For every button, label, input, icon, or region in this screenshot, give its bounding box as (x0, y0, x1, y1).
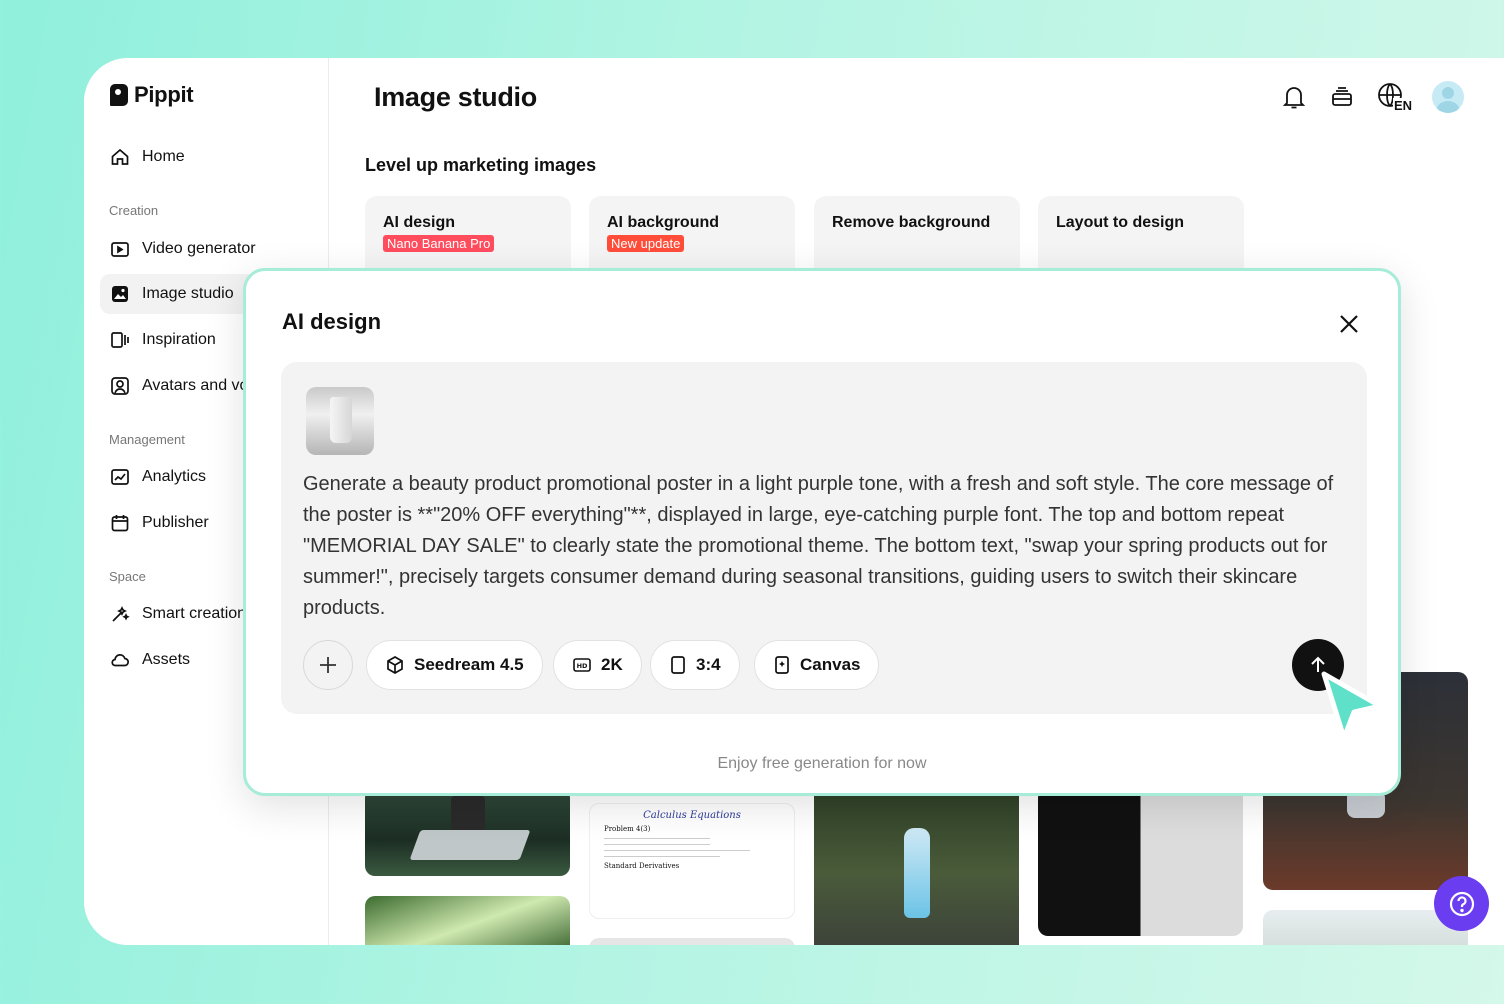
prompt-box: Generate a beauty product promotional po… (281, 362, 1367, 714)
canvas-button[interactable]: Canvas (754, 640, 880, 690)
section-label-management: Management (109, 432, 185, 447)
calculus-problem: Problem 4(3) (604, 825, 651, 833)
portrait-ratio-icon (671, 656, 685, 674)
calculus-subheading: Standard Derivatives (604, 862, 680, 870)
sidebar-item-video-generator[interactable]: Video generator (100, 229, 310, 269)
section-subtitle: Level up marketing images (365, 155, 597, 175)
header-actions: EN (1280, 80, 1464, 114)
sidebar-item-label: Home (142, 148, 185, 165)
home-icon (111, 148, 129, 165)
calendar-icon (111, 515, 129, 532)
equation-line (604, 850, 750, 851)
sidebar-item-label: Assets (142, 651, 191, 668)
pippit-logo-icon (110, 84, 128, 106)
credits-button[interactable] (1328, 80, 1356, 114)
tool-card-label: AI background (607, 214, 720, 231)
user-avatar[interactable] (1432, 81, 1464, 113)
equation-line (604, 838, 710, 839)
help-button[interactable] (1434, 876, 1489, 931)
analytics-icon (111, 469, 129, 485)
cube-icon (387, 656, 403, 674)
resolution-label: 2K (601, 655, 623, 674)
inspiration-icon (111, 332, 129, 348)
canvas-icon (775, 656, 789, 674)
close-icon (1340, 315, 1358, 333)
close-button[interactable] (1336, 311, 1362, 337)
model-label: Seedream 4.5 (414, 655, 524, 674)
tool-card-label: Remove background (832, 214, 991, 231)
sidebar-item-label: Analytics (142, 468, 207, 485)
canvas-label: Canvas (800, 655, 861, 674)
gallery-image-jungle[interactable] (365, 896, 570, 945)
video-icon (111, 242, 129, 257)
resolution-select[interactable]: HD 2K (553, 640, 642, 690)
tool-badge: Nano Banana Pro (383, 235, 495, 252)
gallery-image-bottle-stream[interactable] (814, 788, 1019, 945)
dialog-title: AI design (282, 309, 382, 334)
sidebar-item-label: Inspiration (142, 331, 216, 348)
bottle-shape (904, 828, 930, 918)
hd-icon: HD (573, 658, 591, 672)
gallery-image-partial[interactable] (589, 938, 795, 945)
question-icon (1449, 891, 1474, 916)
add-attachment-button[interactable] (303, 640, 353, 690)
model-select[interactable]: Seedream 4.5 (366, 640, 543, 690)
aspect-ratio-label: 3:4 (696, 655, 721, 674)
language-button[interactable]: EN (1376, 80, 1414, 114)
plus-icon (320, 657, 336, 673)
gallery-image-headphones[interactable] (1038, 788, 1243, 936)
section-label-creation: Creation (109, 203, 159, 218)
tool-badge: New update (607, 235, 685, 252)
equation-line (604, 856, 720, 857)
tool-card-label: Layout to design (1056, 214, 1184, 231)
free-generation-note: Enjoy free generation for now (717, 755, 927, 772)
sidebar-item-label: Smart creation (142, 605, 247, 622)
ai-design-dialog: AI design Generate a beauty product prom… (243, 268, 1401, 796)
reference-image-thumbnail[interactable] (306, 387, 374, 455)
sidebar-item-label: Image studio (142, 285, 234, 302)
svg-text:HD: HD (577, 662, 588, 670)
stack-icon (1332, 87, 1352, 106)
section-label-space: Space (109, 569, 146, 584)
mat-shape (409, 830, 531, 860)
pointer-cursor-icon (1321, 671, 1383, 741)
cloud-icon (111, 654, 129, 667)
calculus-title: Calculus Equations (643, 810, 741, 821)
avatar-icon (111, 377, 129, 395)
product-tube-shape (330, 397, 352, 443)
sidebar-item-home[interactable]: Home (100, 137, 310, 177)
page-title: Image studio (374, 82, 537, 112)
image-studio-icon (112, 286, 128, 302)
notifications-button[interactable] (1280, 80, 1308, 114)
language-code: EN (1392, 97, 1414, 113)
tool-card-label: AI design (383, 214, 456, 231)
brand-logo[interactable]: Pippit (110, 82, 194, 108)
sidebar-item-label: Video generator (142, 240, 256, 257)
bell-icon (1282, 87, 1306, 109)
gallery-image-speaker-forest[interactable] (365, 788, 570, 876)
gallery-image-calculus[interactable]: Calculus Equations Problem 4(3) Standard… (589, 803, 795, 919)
equation-line (604, 844, 710, 845)
magic-wand-icon (112, 606, 130, 622)
sidebar-item-label: Publisher (142, 514, 209, 531)
aspect-ratio-select[interactable]: 3:4 (650, 640, 740, 690)
prompt-textarea[interactable]: Generate a beauty product promotional po… (303, 469, 1353, 624)
brand-name: Pippit (134, 82, 194, 107)
